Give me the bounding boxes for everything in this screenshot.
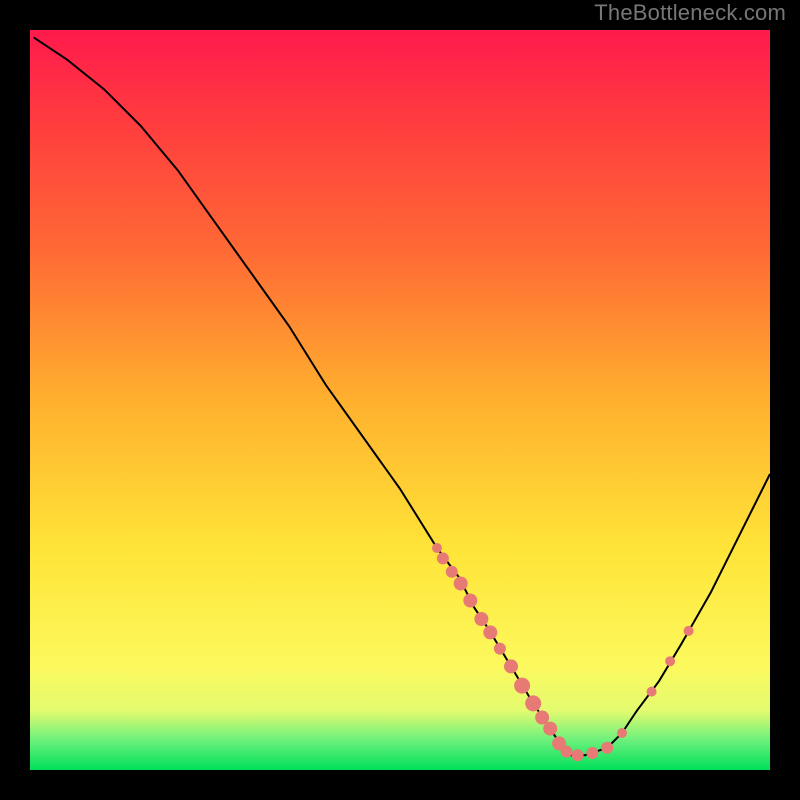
curve-dot (617, 728, 627, 738)
curve-dot (572, 749, 584, 761)
attribution-text: TheBottleneck.com (594, 0, 786, 26)
curve-dots-group (432, 543, 694, 761)
curve-dot (474, 612, 488, 626)
curve-dot (665, 656, 675, 666)
curve-dot (514, 678, 530, 694)
curve-dot (561, 746, 573, 758)
bottleneck-curve-svg (30, 30, 770, 770)
curve-dot (586, 747, 598, 759)
curve-dot (432, 543, 442, 553)
curve-dot (684, 626, 694, 636)
curve-dot (463, 594, 477, 608)
curve-dot (454, 577, 468, 591)
curve-dot (446, 566, 458, 578)
curve-dot (504, 659, 518, 673)
bottleneck-gradient-plot (30, 30, 770, 770)
curve-dot (601, 742, 613, 754)
curve-dot (543, 722, 557, 736)
curve-dot (437, 552, 449, 564)
curve-dot (647, 687, 657, 697)
curve-dot (494, 643, 506, 655)
curve-dot (483, 625, 497, 639)
curve-dot (525, 695, 541, 711)
bottleneck-curve (34, 37, 770, 755)
